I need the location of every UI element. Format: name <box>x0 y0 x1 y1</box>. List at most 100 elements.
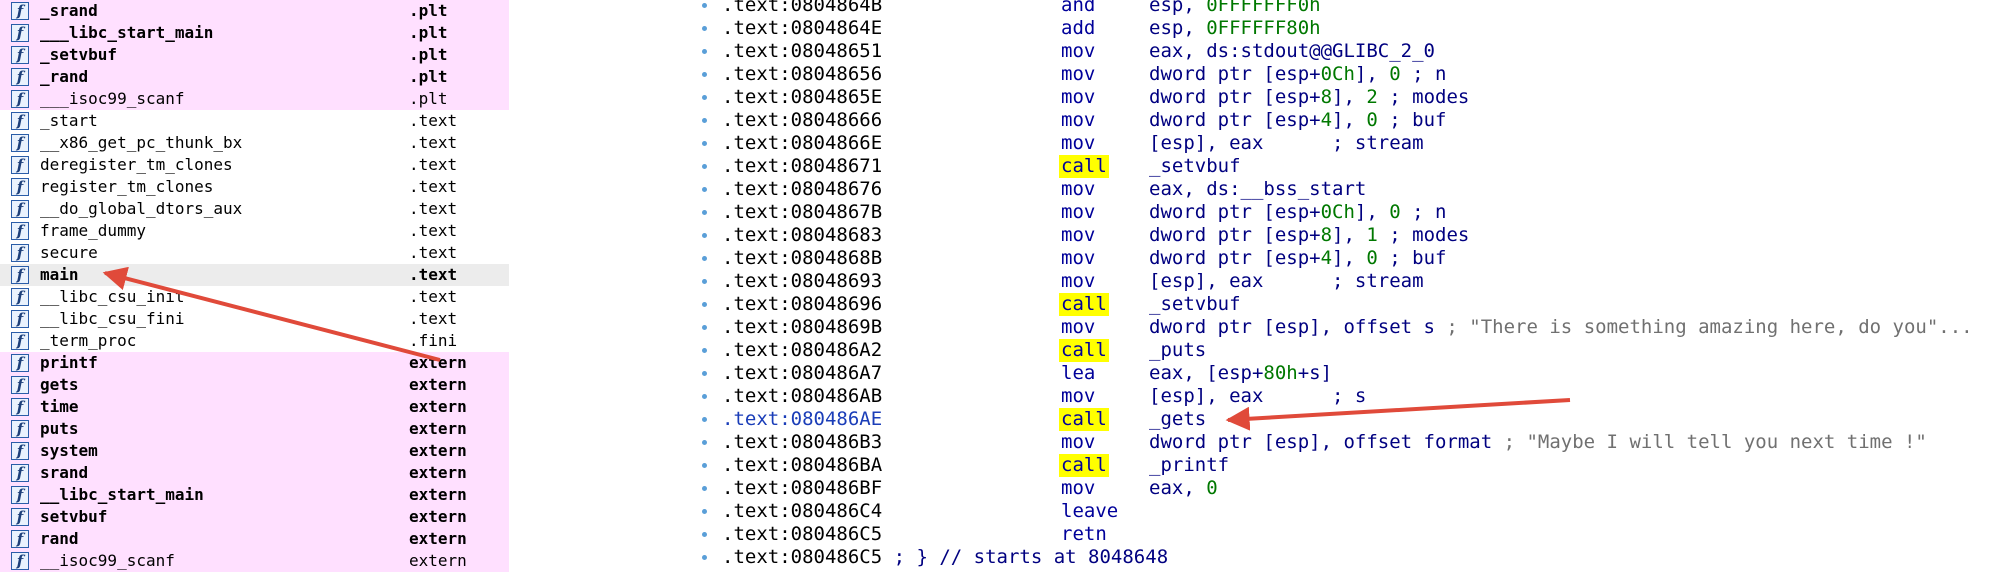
address: .text:08048671 <box>722 155 883 177</box>
disasm-line[interactable]: .text:080486A7 lea eax, [esp+80h+s] <box>509 362 2009 385</box>
mnemonic: mov <box>1061 86 1096 108</box>
function-row[interactable]: f frame_dummy .text <box>0 220 509 242</box>
breakpoint-dot-icon[interactable] <box>702 440 707 445</box>
function-name: main <box>40 265 79 284</box>
disasm-line[interactable]: .text:0804864B and esp, 0FFFFFFF0h <box>509 0 2009 17</box>
disasm-line[interactable]: .text:080486B3 mov dword ptr [esp], offset… <box>509 431 2009 454</box>
function-row[interactable]: f __isoc99_scanf extern <box>0 550 509 572</box>
function-row[interactable]: f printf extern <box>0 352 509 374</box>
function-icon: f <box>11 442 29 460</box>
disasm-line[interactable]: .text:08048651 mov eax, ds:stdout@@GLIBC_2… <box>509 40 2009 63</box>
operands: _setvbuf <box>1149 293 1241 315</box>
function-row[interactable]: f _rand .plt <box>0 66 509 88</box>
operands: dword ptr [esp], offset s ; "There is so… <box>1149 316 1973 338</box>
breakpoint-dot-icon[interactable] <box>702 371 707 376</box>
function-row[interactable]: f register_tm_clones .text <box>0 176 509 198</box>
disasm-line[interactable]: .text:08048696 call _setvbuf <box>509 293 2009 316</box>
breakpoint-dot-icon[interactable] <box>702 256 707 261</box>
disasm-line[interactable]: .text:080486A2 call _puts <box>509 339 2009 362</box>
breakpoint-dot-icon[interactable] <box>702 164 707 169</box>
function-row[interactable]: f __libc_csu_init .text <box>0 286 509 308</box>
function-row[interactable]: f system extern <box>0 440 509 462</box>
function-row[interactable]: f _srand .plt <box>0 0 509 22</box>
breakpoint-dot-icon[interactable] <box>702 394 707 399</box>
function-icon: f <box>11 420 29 438</box>
function-row[interactable]: f __x86_get_pc_thunk_bx .text <box>0 132 509 154</box>
function-row[interactable]: f secure .text <box>0 242 509 264</box>
disasm-line[interactable]: .text:0804867B mov dword ptr [esp+0Ch], 0 … <box>509 201 2009 224</box>
function-row[interactable]: f __do_global_dtors_aux .text <box>0 198 509 220</box>
disasm-line[interactable]: .text:0804869B mov dword ptr [esp], offset… <box>509 316 2009 339</box>
disasm-line[interactable]: .text:0804865E mov dword ptr [esp+8], 2 ; … <box>509 86 2009 109</box>
function-row[interactable]: f ___libc_start_main .plt <box>0 22 509 44</box>
function-row[interactable]: f _setvbuf .plt <box>0 44 509 66</box>
function-row[interactable]: f time extern <box>0 396 509 418</box>
function-segment: extern <box>409 441 467 460</box>
breakpoint-dot-icon[interactable] <box>702 509 707 514</box>
breakpoint-dot-icon[interactable] <box>702 118 707 123</box>
mnemonic: mov <box>1061 63 1096 85</box>
disasm-line[interactable]: .text:08048693 mov [esp], eax ; stream <box>509 270 2009 293</box>
address: .text:08048676 <box>722 178 883 200</box>
function-row[interactable]: f main .text <box>0 264 509 286</box>
function-icon: f <box>11 90 29 108</box>
disasm-line[interactable]: .text:080486C4 leave <box>509 500 2009 523</box>
disasm-line[interactable]: .text:0804866E mov [esp], eax ; stream <box>509 132 2009 155</box>
function-name: ___isoc99_scanf <box>40 89 185 108</box>
breakpoint-dot-icon[interactable] <box>702 555 707 560</box>
function-row[interactable]: f deregister_tm_clones .text <box>0 154 509 176</box>
breakpoint-dot-icon[interactable] <box>702 417 707 422</box>
disasm-line[interactable]: .text:080486BA call _printf <box>509 454 2009 477</box>
disasm-line[interactable]: .text:08048666 mov dword ptr [esp+4], 0 ; … <box>509 109 2009 132</box>
operands: esp, 0FFFFFF80h <box>1149 17 1321 39</box>
breakpoint-dot-icon[interactable] <box>702 302 707 307</box>
breakpoint-dot-icon[interactable] <box>702 233 707 238</box>
function-row[interactable]: f gets extern <box>0 374 509 396</box>
function-row[interactable]: f rand extern <box>0 528 509 550</box>
operands: eax, ds:stdout@@GLIBC_2_0 <box>1149 40 1435 62</box>
disasm-line[interactable]: .text:08048683 mov dword ptr [esp+8], 1 ; … <box>509 224 2009 247</box>
disasm-line[interactable]: .text:08048656 mov dword ptr [esp+0Ch], 0 … <box>509 63 2009 86</box>
breakpoint-dot-icon[interactable] <box>702 3 707 8</box>
mnemonic: retn <box>1061 523 1107 545</box>
function-row[interactable]: f __libc_csu_fini .text <box>0 308 509 330</box>
function-name: __do_global_dtors_aux <box>40 199 243 218</box>
breakpoint-dot-icon[interactable] <box>702 95 707 100</box>
function-icon: f <box>11 200 29 218</box>
function-icon: f <box>11 68 29 86</box>
disasm-line[interactable]: .text:080486AE call _gets <box>509 408 2009 431</box>
breakpoint-dot-icon[interactable] <box>702 26 707 31</box>
operands: eax, [esp+80h+s] <box>1149 362 1333 384</box>
disasm-line[interactable]: .text:080486C5 retn <box>509 523 2009 546</box>
breakpoint-dot-icon[interactable] <box>702 210 707 215</box>
disasm-line[interactable]: .text:080486BF mov eax, 0 <box>509 477 2009 500</box>
breakpoint-dot-icon[interactable] <box>702 279 707 284</box>
disasm-line[interactable]: .text:08048671 call _setvbuf <box>509 155 2009 178</box>
address: .text:08048656 <box>722 63 883 85</box>
function-row[interactable]: f _start .text <box>0 110 509 132</box>
function-row[interactable]: f __libc_start_main extern <box>0 484 509 506</box>
disasm-line[interactable]: .text:080486C5 ; } // starts at 8048648 <box>509 546 2009 569</box>
breakpoint-dot-icon[interactable] <box>702 49 707 54</box>
breakpoint-dot-icon[interactable] <box>702 72 707 77</box>
disasm-line[interactable]: .text:0804868B mov dword ptr [esp+4], 0 ; … <box>509 247 2009 270</box>
breakpoint-dot-icon[interactable] <box>702 325 707 330</box>
address: .text:08048696 <box>722 293 883 315</box>
breakpoint-dot-icon[interactable] <box>702 463 707 468</box>
operands: _gets <box>1149 408 1207 430</box>
function-row[interactable]: f _term_proc .fini <box>0 330 509 352</box>
function-row[interactable]: f ___isoc99_scanf .plt <box>0 88 509 110</box>
function-row[interactable]: f puts extern <box>0 418 509 440</box>
disasm-line[interactable]: .text:08048676 mov eax, ds:__bss_start <box>509 178 2009 201</box>
breakpoint-dot-icon[interactable] <box>702 348 707 353</box>
breakpoint-dot-icon[interactable] <box>702 532 707 537</box>
disasm-line[interactable]: .text:080486AB mov [esp], eax ; s <box>509 385 2009 408</box>
mnemonic: call <box>1059 339 1109 362</box>
function-name: _srand <box>40 1 98 20</box>
function-row[interactable]: f srand extern <box>0 462 509 484</box>
breakpoint-dot-icon[interactable] <box>702 486 707 491</box>
disasm-line[interactable]: .text:0804864E add esp, 0FFFFFF80h <box>509 17 2009 40</box>
breakpoint-dot-icon[interactable] <box>702 187 707 192</box>
breakpoint-dot-icon[interactable] <box>702 141 707 146</box>
function-row[interactable]: f setvbuf extern <box>0 506 509 528</box>
